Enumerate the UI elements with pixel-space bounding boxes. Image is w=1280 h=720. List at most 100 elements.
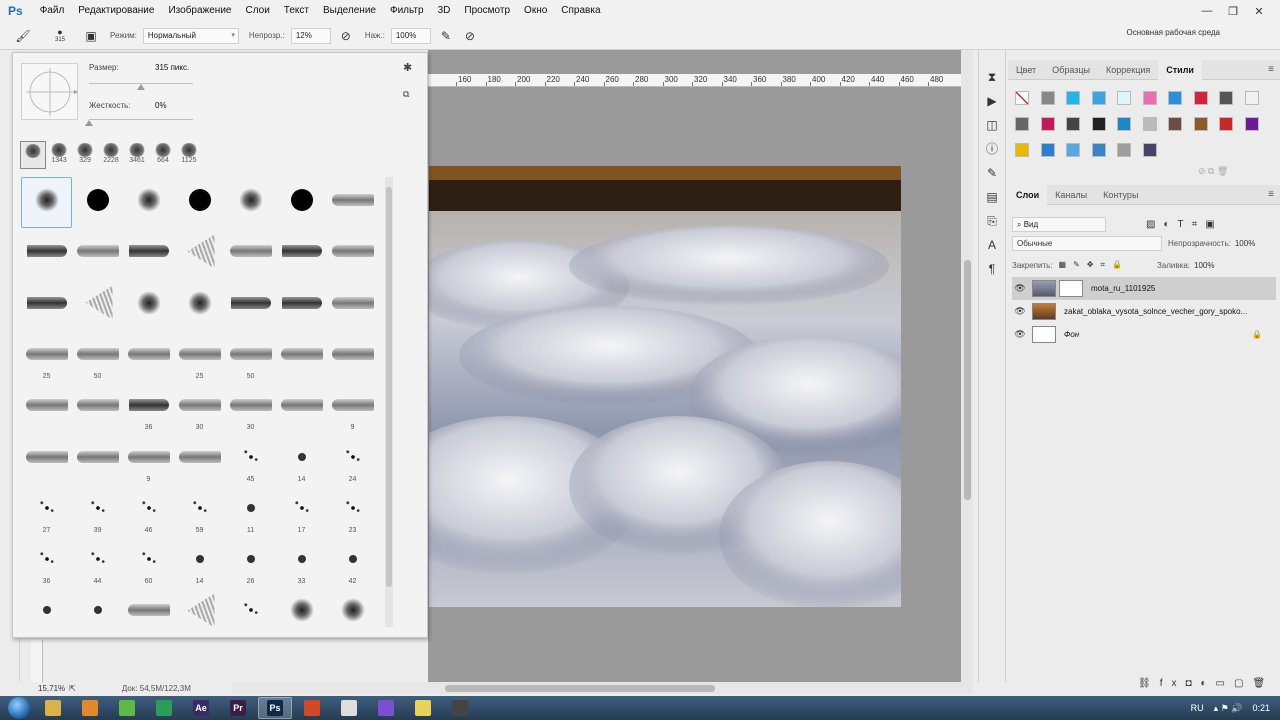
blend-mode-select[interactable]: Обычные xyxy=(1012,235,1162,251)
zoom-level[interactable]: 15,71% xyxy=(38,684,65,693)
filter-icons[interactable]: ▧◐T⌗▣ xyxy=(1146,219,1223,230)
lock-icons[interactable]: ▦✎✥⌗🔒 xyxy=(1059,260,1129,270)
brush-preset[interactable] xyxy=(72,433,123,484)
menu-image[interactable]: Изображение xyxy=(161,0,238,22)
layer-row[interactable]: 👁 zakat_oblaka_vysota_solnce_vecher_gory… xyxy=(1012,300,1276,323)
history-icon[interactable]: ⧗ xyxy=(983,68,1001,86)
taskbar-app[interactable] xyxy=(147,697,181,719)
tray-icons[interactable]: ▴ ⚑ 🔊 xyxy=(1214,703,1243,714)
brush-preset[interactable] xyxy=(225,177,276,228)
menu-window[interactable]: Окно xyxy=(517,0,554,22)
brush-preset[interactable] xyxy=(276,177,327,228)
style-swatch[interactable] xyxy=(1168,117,1182,131)
style-swatch[interactable] xyxy=(1040,143,1055,157)
brush-preset[interactable] xyxy=(327,177,378,228)
taskbar-app[interactable] xyxy=(332,697,366,719)
tab-paths[interactable]: Контуры xyxy=(1095,185,1146,205)
brush-preset[interactable]: 14 xyxy=(276,433,327,484)
tab-layers[interactable]: Слои xyxy=(1008,184,1048,205)
style-swatch[interactable] xyxy=(1244,91,1259,105)
style-swatch[interactable] xyxy=(1142,91,1157,105)
recent-brush[interactable]: 1343 xyxy=(46,141,72,169)
taskbar-app[interactable]: Ae xyxy=(184,697,218,719)
layer-row[interactable]: 👁 Фон 🔒 xyxy=(1012,323,1276,346)
panel-menu-icon[interactable]: ≡ xyxy=(1268,189,1274,200)
brush-preset[interactable]: 44 xyxy=(72,536,123,587)
style-swatch[interactable] xyxy=(1244,117,1259,131)
taskbar-app[interactable] xyxy=(110,697,144,719)
style-swatch[interactable] xyxy=(1168,91,1182,105)
recent-brush[interactable]: 329 xyxy=(72,141,98,169)
brush-preset[interactable] xyxy=(123,587,174,627)
brush-preset[interactable] xyxy=(72,382,123,433)
fill-value[interactable]: 100% xyxy=(1194,261,1214,270)
brush-preset[interactable]: 42 xyxy=(327,536,378,587)
brush-preset[interactable]: 23 xyxy=(327,485,378,536)
brush-preset[interactable] xyxy=(123,280,174,331)
brush-preset[interactable] xyxy=(21,280,72,331)
recent-brush[interactable]: 2228 xyxy=(98,141,124,169)
brush-preset[interactable] xyxy=(327,280,378,331)
style-swatch[interactable] xyxy=(1142,117,1157,131)
style-swatch[interactable] xyxy=(1015,117,1029,131)
style-swatch[interactable] xyxy=(1219,91,1233,105)
brush-preset[interactable] xyxy=(72,280,123,331)
brush-preset[interactable] xyxy=(174,433,225,484)
layer-opacity-value[interactable]: 100% xyxy=(1235,239,1255,248)
style-swatch[interactable] xyxy=(1040,117,1055,131)
pressure-size-icon[interactable]: ⊘ xyxy=(461,27,479,45)
style-swatch[interactable] xyxy=(1142,143,1157,157)
style-swatch[interactable] xyxy=(1091,117,1106,131)
eye-icon[interactable]: 👁 xyxy=(1012,329,1028,340)
hardness-slider[interactable] xyxy=(89,119,193,120)
brush-preset[interactable] xyxy=(21,433,72,484)
style-swatch[interactable] xyxy=(1117,91,1131,105)
clone-source-icon[interactable]: ⎘ xyxy=(983,212,1001,230)
layer-kind-filter[interactable]: ⌕ Вид xyxy=(1012,216,1106,232)
brush-preset[interactable] xyxy=(276,280,327,331)
brush-preset[interactable]: 25 xyxy=(21,331,72,382)
flow-field[interactable]: 100% xyxy=(390,27,431,44)
brush-preset[interactable]: 11 xyxy=(225,485,276,536)
brush-preset[interactable] xyxy=(123,177,174,228)
opacity-field[interactable]: 12% xyxy=(290,27,331,44)
brush-preset[interactable]: 30 xyxy=(225,382,276,433)
brush-preset[interactable] xyxy=(327,331,378,382)
layer-actions-icons[interactable]: ⛓fx◘◐▭▢🗑 xyxy=(1138,678,1274,689)
menu-file[interactable]: Файл xyxy=(33,0,72,22)
airbrush-icon[interactable]: ✎ xyxy=(437,27,455,45)
start-button[interactable] xyxy=(8,697,30,719)
brush-preset[interactable] xyxy=(21,382,72,433)
mode-select[interactable]: Нормальный ▾ xyxy=(142,27,239,44)
brush-preset[interactable] xyxy=(276,587,327,627)
brush-preset[interactable]: 59 xyxy=(174,485,225,536)
brush-preset[interactable] xyxy=(21,228,72,279)
menu-select[interactable]: Выделение xyxy=(316,0,383,22)
close-button[interactable]: ✕ xyxy=(1246,5,1272,18)
brush-preset[interactable]: 50 xyxy=(72,331,123,382)
style-swatch[interactable] xyxy=(1193,117,1208,131)
style-swatch[interactable] xyxy=(1117,117,1131,131)
brush-preset[interactable] xyxy=(174,280,225,331)
brush-preset[interactable]: 39 xyxy=(72,485,123,536)
brush-angle-preview[interactable] xyxy=(21,63,78,120)
tab-styles[interactable]: Стили xyxy=(1158,59,1202,80)
eye-icon[interactable]: 👁 xyxy=(1012,283,1028,294)
style-swatch[interactable] xyxy=(1193,91,1208,105)
style-swatch[interactable] xyxy=(1015,91,1029,105)
brush-preset[interactable] xyxy=(21,177,72,229)
brush-preset[interactable]: 46 xyxy=(123,485,174,536)
style-swatch[interactable] xyxy=(1015,143,1029,157)
vertical-scroll-thumb[interactable] xyxy=(964,260,971,500)
new-preset-icon[interactable]: ⧉ xyxy=(403,89,409,100)
style-swatch[interactable] xyxy=(1117,143,1131,157)
brush-preset[interactable]: 30 xyxy=(174,382,225,433)
menu-view[interactable]: Просмотр xyxy=(457,0,517,22)
brush-preset[interactable]: 27 xyxy=(21,485,72,536)
menu-layers[interactable]: Слои xyxy=(238,0,276,22)
brush-preset[interactable]: 9 xyxy=(327,382,378,433)
recent-brush[interactable]: 664 xyxy=(150,141,176,169)
language-indicator[interactable]: RU xyxy=(1191,703,1204,713)
style-swatch[interactable] xyxy=(1219,117,1233,131)
layer-comps-icon[interactable]: ◫ xyxy=(983,116,1001,134)
